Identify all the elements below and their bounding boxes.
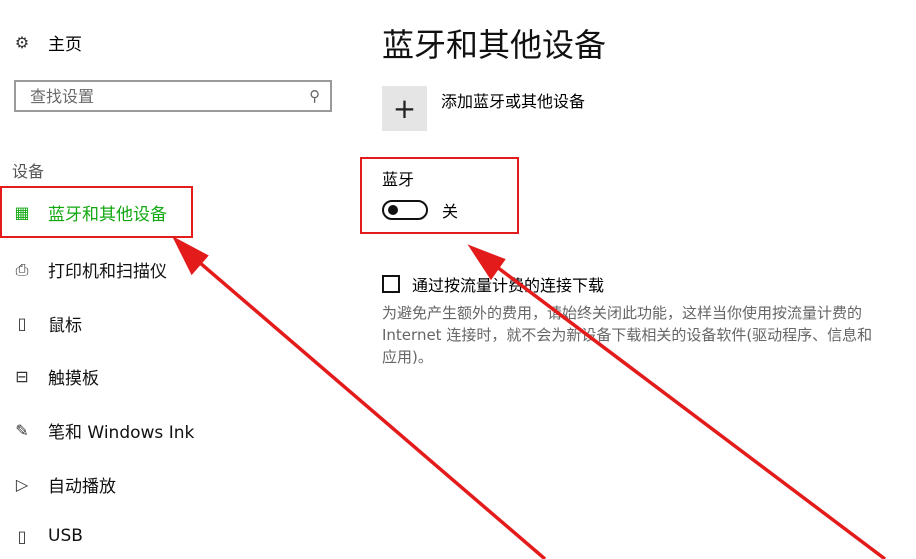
metered-description: 为避免产生额外的费用，请始终关闭此功能，这样当你使用按流量计费的 Interne… <box>382 304 873 366</box>
sidebar-item-label: 打印机和扫描仪 <box>48 262 167 282</box>
plus-icon[interactable]: + <box>382 86 427 131</box>
page-title: 蓝牙和其他设备 <box>382 26 607 64</box>
metered-download-checkbox[interactable] <box>382 275 400 293</box>
sidebar-item-label: 笔和 Windows Ink <box>48 423 195 443</box>
sidebar-item-label: USB <box>48 526 83 546</box>
home-label: 主页 <box>48 35 82 55</box>
highlight-box-bluetooth-toggle <box>360 157 519 234</box>
metered-download-label: 通过按流量计费的连接下载 <box>412 276 605 295</box>
sidebar-item-pen[interactable]: ✎ 笔和 Windows Ink <box>12 418 194 443</box>
home-link[interactable]: ⚙ 主页 <box>12 30 82 55</box>
sidebar-item-label: 触摸板 <box>48 369 99 389</box>
sidebar-item-printers[interactable]: ⎙ 打印机和扫描仪 <box>12 257 167 283</box>
sidebar-item-label: 鼠标 <box>48 316 82 336</box>
sidebar-item-autoplay[interactable]: ▷ 自动播放 <box>12 472 116 497</box>
search-input[interactable] <box>28 85 309 107</box>
sidebar-item-touchpad[interactable]: ⊟ 触摸板 <box>12 364 99 389</box>
usb-icon: ▯ <box>17 526 27 546</box>
pen-icon: ✎ <box>15 421 29 440</box>
sidebar-item-mouse[interactable]: ▯ 鼠标 <box>12 311 82 336</box>
metered-download-option[interactable]: 通过按流量计费的连接下载 <box>382 272 604 296</box>
add-device-button[interactable]: + 添加蓝牙或其他设备 <box>382 86 585 131</box>
touchpad-icon: ⊟ <box>15 367 29 386</box>
printer-icon: ⎙ <box>15 259 29 279</box>
add-device-label: 添加蓝牙或其他设备 <box>441 92 586 111</box>
autoplay-icon: ▷ <box>15 475 29 494</box>
sidebar: ⚙ 主页 ⚲ 设备 ▦ 蓝牙和其他设备 ⎙ 打印机和扫描仪 ▯ 鼠标 ⊟ 触摸板… <box>0 0 350 559</box>
main-panel: 蓝牙和其他设备 + 添加蓝牙或其他设备 蓝牙 关 通过按流量计费的连接下载 为避… <box>382 0 912 559</box>
section-title: 设备 <box>12 162 45 181</box>
sidebar-item-usb[interactable]: ▯ USB <box>12 526 83 546</box>
search-icon[interactable]: ⚲ <box>309 87 320 105</box>
mouse-icon: ▯ <box>17 314 27 333</box>
sidebar-item-label: 自动播放 <box>48 477 116 497</box>
search-box[interactable]: ⚲ <box>14 80 332 112</box>
gear-icon: ⚙ <box>14 33 30 52</box>
highlight-box-sidebar-bluetooth <box>0 186 193 238</box>
